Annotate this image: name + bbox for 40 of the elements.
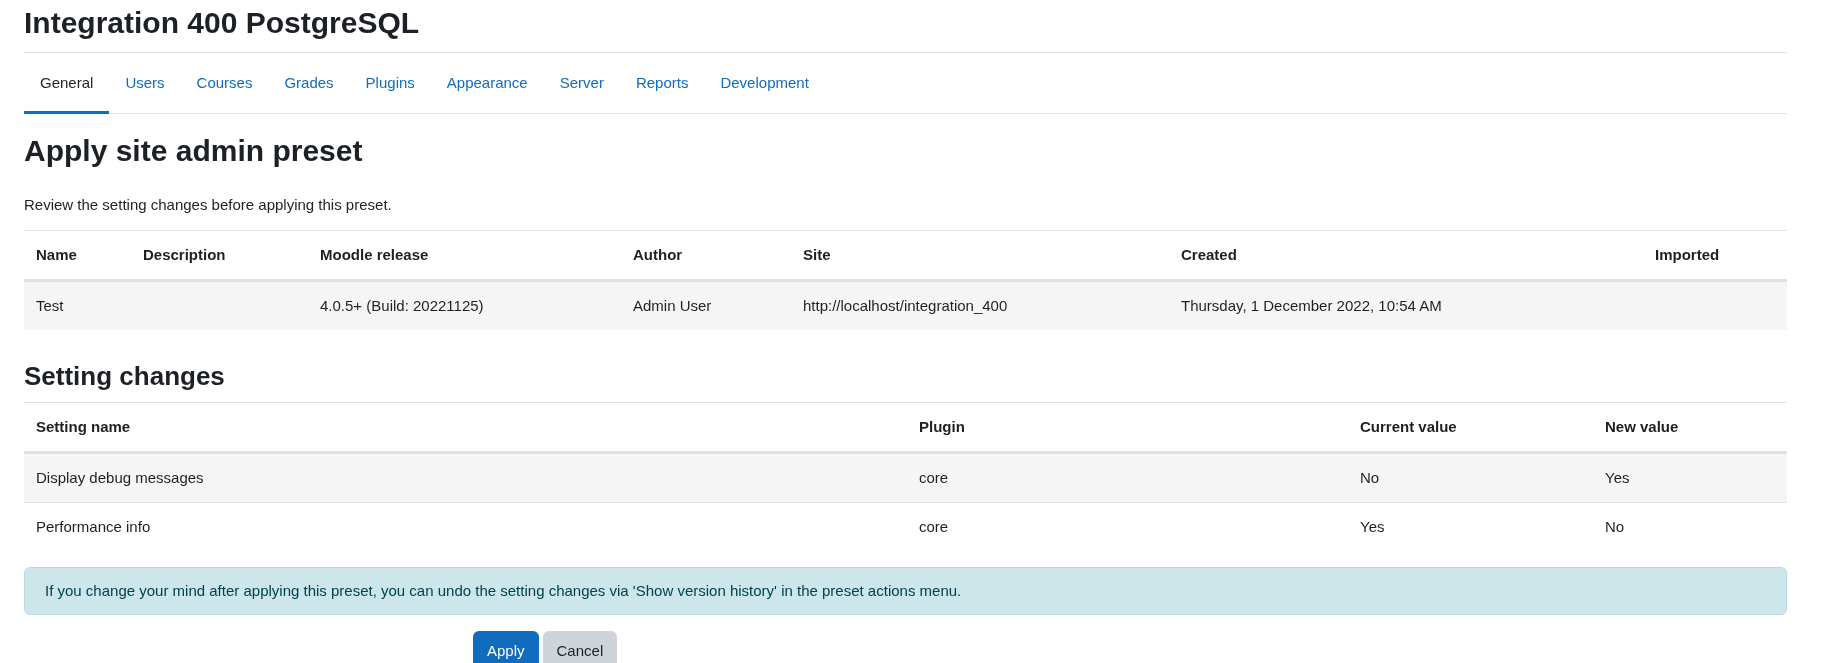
nav-tab[interactable]: Courses (180, 53, 269, 114)
nav-tab[interactable]: Grades (268, 53, 350, 114)
table-cell: Performance info (36, 518, 151, 535)
column-header: Plugin (919, 418, 965, 435)
column-header: Description (143, 246, 226, 263)
intro-text: Review the setting changes before applying this preset. (24, 196, 393, 214)
page-title: Integration 400 PostgreSQL (24, 0, 1787, 53)
table-cell: Admin User (633, 297, 712, 314)
table-cell: 4.0.5+ (Build: 20221125) (320, 297, 484, 314)
table-cell: Test (36, 297, 64, 314)
column-header: New value (1605, 418, 1679, 435)
nav-tab[interactable]: General (24, 53, 110, 114)
nav-tab[interactable]: Plugins (349, 53, 431, 114)
nav-tab[interactable]: Development (704, 53, 825, 114)
table-cell: http://localhost/integration_400 (803, 297, 1008, 314)
table-cell: No (1605, 518, 1625, 535)
cancel-button[interactable]: Cancel (542, 631, 618, 663)
column-header: Created (1181, 246, 1237, 263)
column-header: Moodle release (320, 246, 429, 263)
table-cell: Thursday, 1 December 2022, 10:54 AM (1181, 297, 1442, 314)
table-cell: Yes (1360, 518, 1385, 535)
table-cell: Display debug messages (36, 469, 204, 486)
column-header: Site (803, 246, 831, 263)
nav-tab[interactable]: Users (109, 53, 181, 114)
apply-button[interactable]: Apply (473, 631, 539, 663)
nav-tab[interactable]: Reports (619, 53, 705, 114)
table-cell: core (919, 518, 949, 535)
nav-tab[interactable]: Appearance (430, 53, 544, 114)
info-alert: If you change your mind after applying this preset, you can undo the setting changes via 'Show version history' in the preset actions menu. (24, 567, 1787, 615)
column-header: Name (36, 246, 77, 263)
table-cell: Yes (1605, 469, 1630, 486)
column-header: Current value (1360, 418, 1457, 435)
table-cell: core (919, 469, 949, 486)
table-cell: No (1360, 469, 1380, 486)
column-header: Imported (1655, 246, 1720, 263)
column-header: Setting name (36, 418, 131, 435)
nav-tab[interactable]: Server (543, 53, 620, 114)
column-header: Author (633, 246, 683, 263)
page-heading: Apply site admin preset (24, 134, 364, 168)
section-heading: Setting changes (24, 360, 226, 392)
